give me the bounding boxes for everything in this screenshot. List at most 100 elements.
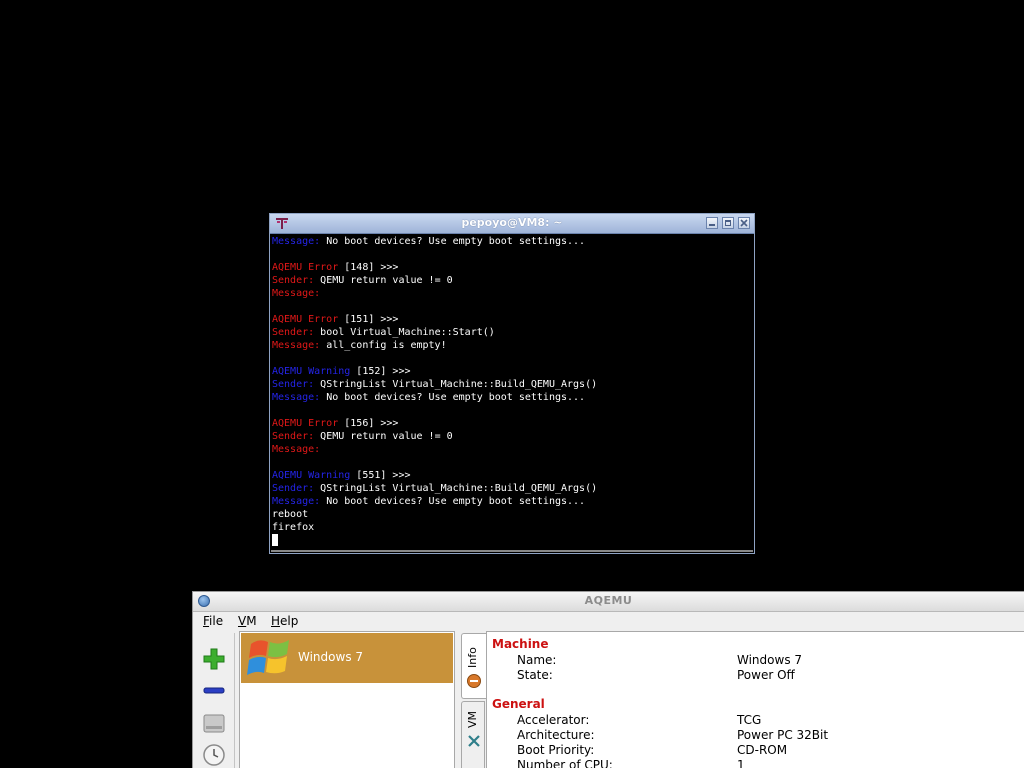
terminal-line: Message: all_config is empty!	[272, 339, 753, 352]
hard-disk-icon	[203, 714, 225, 733]
terminal-line: Message: No boot devices? Use empty boot…	[272, 235, 753, 248]
aqemu-window[interactable]: AQEMU File VM Help Windows 7 Info VM Mac…	[192, 591, 1024, 768]
boot-priority-label: Boot Priority:	[517, 743, 595, 757]
info-panel: Machine Name: Windows 7 State: Power Off…	[486, 631, 1024, 768]
vm-list[interactable]: Windows 7	[239, 631, 455, 768]
terminal-line-text: bool Virtual_Machine::Start()	[314, 327, 495, 338]
terminal-line-text: No boot devices? Use empty boot settings…	[320, 236, 586, 247]
tab-vm[interactable]: VM	[461, 701, 485, 768]
accelerator-label: Accelerator:	[517, 713, 590, 727]
terminal-line-text: all_config is empty!	[320, 340, 447, 351]
terminal-cursor	[272, 534, 278, 546]
clock-icon	[203, 744, 225, 766]
terminal-line-prefix: Message:	[272, 444, 321, 455]
terminal-line: AQEMU Error [148] >>>	[272, 261, 753, 274]
terminal-line-prefix: AQEMU Warning	[272, 470, 351, 481]
remove-vm-button[interactable]	[202, 679, 226, 703]
terminal-output[interactable]: Message: No boot devices? Use empty boot…	[271, 235, 753, 549]
boot-priority-value: CD-ROM	[737, 743, 788, 757]
state-label: State:	[517, 668, 553, 682]
terminal-titlebar[interactable]: pepoyo@VM8: ~	[270, 214, 754, 234]
info-tab-icon	[467, 674, 481, 688]
name-label: Name:	[517, 653, 557, 667]
terminal-prompt-line[interactable]	[272, 534, 753, 547]
terminal-line-prefix: AQEMU Error	[272, 314, 339, 325]
terminal-line: Sender: QEMU return value != 0	[272, 274, 753, 287]
maximize-button[interactable]	[722, 217, 734, 229]
remove-vm-icon	[203, 687, 225, 694]
terminal-line-prefix: AQEMU Warning	[272, 366, 351, 377]
menubar: File VM Help	[193, 612, 1024, 632]
terminal-line-prefix: AQEMU Error	[272, 262, 339, 273]
desktop: pepoyo@VM8: ~ Message: No boot devices? …	[0, 0, 1024, 768]
terminal-line-prefix: Message:	[272, 340, 321, 351]
terminal-line-prefix: Sender:	[272, 327, 315, 338]
terminal-line-text: QStringList Virtual_Machine::Build_QEMU_…	[314, 379, 598, 390]
tab-info[interactable]: Info	[461, 633, 488, 699]
terminal-line: Sender: QStringList Virtual_Machine::Bui…	[272, 378, 753, 391]
name-value: Windows 7	[737, 653, 803, 667]
terminal-line: Message:	[272, 443, 753, 456]
vertical-tabs: Info VM	[459, 633, 488, 768]
terminal-line-prefix: Message:	[272, 236, 321, 247]
terminal-line-prefix: Message:	[272, 288, 321, 299]
vm-list-item[interactable]: Windows 7	[241, 633, 453, 683]
disk-button[interactable]	[202, 711, 226, 735]
cpu-count-value: 1	[737, 758, 745, 768]
terminal-line-prefix: Sender:	[272, 379, 315, 390]
terminal-line: firefox	[272, 521, 753, 534]
aqemu-title: AQEMU	[584, 594, 633, 607]
terminal-line: AQEMU Error [151] >>>	[272, 313, 753, 326]
terminal-line-prefix: Sender:	[272, 431, 315, 442]
terminal-line: Sender: QStringList Virtual_Machine::Bui…	[272, 482, 753, 495]
terminal-window[interactable]: pepoyo@VM8: ~ Message: No boot devices? …	[269, 213, 755, 554]
terminal-line-text: [148] >>>	[338, 262, 399, 273]
terminal-line: Sender: QEMU return value != 0	[272, 430, 753, 443]
menu-help-accel: H	[271, 614, 281, 628]
vm-name: Windows 7	[298, 650, 364, 664]
architecture-value: Power PC 32Bit	[737, 728, 829, 742]
menu-vm[interactable]: VM	[238, 614, 257, 628]
architecture-label: Architecture:	[517, 728, 595, 742]
terminal-line-text: [551] >>>	[350, 470, 411, 481]
terminal-line-text: firefox	[272, 522, 315, 533]
accelerator-value: TCG	[737, 713, 762, 727]
menu-file-label: ile	[209, 614, 224, 628]
menu-help[interactable]: Help	[271, 614, 298, 628]
menu-vm-label: M	[246, 614, 257, 628]
terminal-line: reboot	[272, 508, 753, 521]
cpu-count-label: Number of CPU:	[517, 758, 613, 768]
terminal-line: Sender: bool Virtual_Machine::Start()	[272, 326, 753, 339]
clock-button[interactable]	[202, 743, 226, 767]
tab-vm-label: VM	[466, 710, 479, 728]
terminal-line-text: [152] >>>	[350, 366, 411, 377]
menu-file[interactable]: File	[203, 614, 223, 628]
terminal-line: AQEMU Warning [152] >>>	[272, 365, 753, 378]
terminal-line-prefix: Sender:	[272, 275, 315, 286]
windows-logo-icon	[247, 640, 289, 675]
terminal-bottom-border	[271, 550, 753, 552]
close-button[interactable]	[738, 217, 750, 229]
terminal-line-text: No boot devices? Use empty boot settings…	[320, 496, 586, 507]
terminal-line-text: QStringList Virtual_Machine::Build_QEMU_…	[314, 483, 598, 494]
terminal-line-text: [151] >>>	[338, 314, 399, 325]
tab-info-label: Info	[466, 647, 479, 668]
terminal-line: AQEMU Warning [551] >>>	[272, 469, 753, 482]
side-toolbar	[194, 633, 235, 768]
terminal-line-text: No boot devices? Use empty boot settings…	[320, 392, 586, 403]
terminal-title: pepoyo@VM8: ~	[461, 216, 563, 229]
terminal-line-prefix: Message:	[272, 496, 321, 507]
terminal-line-prefix: AQEMU Error	[272, 418, 339, 429]
add-vm-button[interactable]	[202, 647, 226, 671]
terminal-line-text: [156] >>>	[338, 418, 399, 429]
aqemu-titlebar[interactable]: AQEMU	[193, 592, 1024, 612]
terminal-line: AQEMU Error [156] >>>	[272, 417, 753, 430]
minimize-button[interactable]	[706, 217, 718, 229]
machine-heading: Machine	[492, 637, 549, 651]
terminal-line-prefix: Message:	[272, 392, 321, 403]
